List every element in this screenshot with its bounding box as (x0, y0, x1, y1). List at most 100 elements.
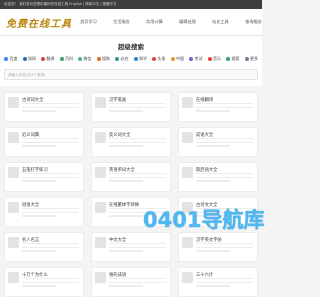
tool-card[interactable]: 成语大全 (178, 127, 258, 157)
top-info-bar: 欢迎您！ 我们将为您提供最好的在线工具 English | 简体中文 | 繁體中… (0, 0, 262, 9)
tool-card[interactable]: 五笔打字练习 (4, 162, 84, 192)
card-thumbnail (95, 272, 106, 283)
tool-card[interactable]: 英语单词大全 (91, 162, 171, 192)
nav-item-3[interactable]: 实用计算 (138, 19, 171, 25)
card-thumbnail (8, 237, 19, 248)
search-category-item[interactable]: 百科 (59, 56, 73, 62)
search-title: 超级搜索 (118, 43, 144, 51)
card-description-placeholder (196, 243, 253, 254)
category-label: 更多 (250, 56, 258, 61)
card-thumbnail (95, 132, 106, 143)
site-header: 免费在线工具 首页学习 生活服务 实用计算 编辑处理 站长工具 查询服务 (0, 9, 262, 36)
search-category-item[interactable]: 音乐 (207, 56, 221, 62)
category-label: 搜索 (231, 56, 240, 61)
tool-card[interactable]: 三十六计 (178, 267, 258, 297)
tool-card[interactable]: 汉字笔画 (91, 92, 171, 122)
card-thumbnail (182, 132, 193, 143)
card-thumbnail (182, 237, 193, 248)
tool-card[interactable]: 十万个为什么 (4, 267, 84, 297)
card-thumbnail (95, 202, 106, 213)
tool-card[interactable]: 谜语大全 (4, 197, 84, 227)
category-label: 百科 (65, 56, 73, 61)
card-description-placeholder (196, 278, 253, 289)
tool-card[interactable]: 近义词典 (4, 127, 84, 157)
card-thumbnail (182, 272, 193, 283)
category-label: 音乐 (213, 56, 221, 61)
tool-card[interactable]: 汉字英文字帖 (178, 232, 258, 262)
category-icon (59, 57, 64, 61)
category-label: 百度 (9, 56, 18, 61)
card-thumbnail (8, 167, 19, 178)
tool-card[interactable]: 名人名言 (4, 232, 84, 262)
search-input[interactable]: 请输入内容(共4个选项) (4, 69, 258, 80)
category-label: 头条 (157, 56, 166, 61)
category-icon (244, 57, 249, 61)
category-icon (78, 57, 82, 61)
card-thumbnail (182, 167, 193, 178)
category-label: 考试 (194, 56, 203, 61)
category-label: 搜狗 (102, 56, 110, 61)
search-category-item[interactable]: 更多 (244, 56, 258, 62)
category-icon (22, 57, 27, 61)
search-category-item[interactable]: 搜索 (226, 56, 240, 62)
card-description-placeholder (196, 103, 253, 114)
category-icon (170, 57, 175, 61)
search-category-item[interactable]: 百度 (4, 56, 18, 62)
tool-card[interactable]: 谁的成语 (91, 267, 171, 297)
card-description-placeholder (196, 138, 253, 149)
tool-card[interactable]: 反义词大全 (91, 127, 171, 157)
tool-card[interactable]: 中文大全 (91, 232, 171, 262)
search-category-bar: 百度 知网 翻译 百科 微信 搜狗 必应 知乎 头条 中国 考试 音乐 搜索 更多 (4, 52, 258, 66)
card-thumbnail (95, 97, 106, 108)
search-category-item[interactable]: 搜狗 (96, 56, 110, 62)
category-label: 知乎 (139, 56, 147, 61)
card-thumbnail (8, 272, 19, 283)
card-description-placeholder (109, 243, 166, 254)
card-thumbnail (95, 167, 106, 178)
category-icon (189, 57, 193, 61)
card-description-placeholder (109, 278, 166, 289)
category-label: 中国 (176, 56, 184, 61)
category-icon (207, 57, 212, 61)
nav-item-6[interactable]: 查询服务 (237, 19, 270, 25)
watermark: 0401导航库 (143, 208, 265, 232)
search-category-item[interactable]: 中国 (170, 56, 184, 62)
category-icon (4, 57, 8, 61)
card-description-placeholder (109, 138, 166, 149)
card-description-placeholder (22, 278, 79, 289)
search-category-item[interactable]: 考试 (189, 56, 203, 62)
category-label: 翻译 (46, 56, 55, 61)
search-category-item[interactable]: 翻译 (41, 56, 55, 62)
search-category-item[interactable]: 知乎 (133, 56, 147, 62)
card-description-placeholder (22, 103, 79, 114)
site-logo[interactable]: 免费在线工具 (6, 15, 72, 30)
card-thumbnail (95, 237, 106, 248)
super-search-section: 超级搜索 百度 知网 翻译 百科 微信 搜狗 必应 知乎 头条 中国 考试 音乐 搜索 更多 请输入内容(… (0, 36, 262, 86)
search-category-item[interactable]: 知网 (22, 56, 36, 62)
card-thumbnail (8, 97, 19, 108)
nav-item-2[interactable]: 生活服务 (105, 19, 138, 25)
card-description-placeholder (109, 173, 166, 184)
tool-card[interactable]: 古诗词大全 (4, 92, 84, 122)
category-icon (41, 57, 45, 61)
card-description-placeholder (22, 208, 79, 219)
main-nav: 首页学习 生活服务 实用计算 编辑处理 站长工具 查询服务 (72, 19, 270, 25)
card-description-placeholder (22, 138, 79, 149)
tool-card[interactable]: 歇后语大全 (178, 162, 258, 192)
category-icon (133, 57, 138, 61)
card-thumbnail (182, 97, 193, 108)
tool-card[interactable]: 在线翻译 (178, 92, 258, 122)
card-description-placeholder (196, 173, 253, 184)
category-label: 知网 (28, 56, 36, 61)
search-category-item[interactable]: 微信 (78, 56, 92, 62)
category-icon (96, 57, 101, 61)
category-label: 微信 (83, 56, 92, 61)
nav-item-1[interactable]: 首页学习 (72, 19, 105, 25)
card-description-placeholder (109, 103, 166, 114)
search-category-item[interactable]: 必应 (115, 56, 129, 62)
nav-item-5[interactable]: 站长工具 (204, 19, 237, 25)
category-label: 必应 (120, 56, 129, 61)
search-category-item[interactable]: 头条 (152, 56, 166, 62)
nav-item-4[interactable]: 编辑处理 (171, 19, 204, 25)
card-description-placeholder (22, 173, 79, 184)
